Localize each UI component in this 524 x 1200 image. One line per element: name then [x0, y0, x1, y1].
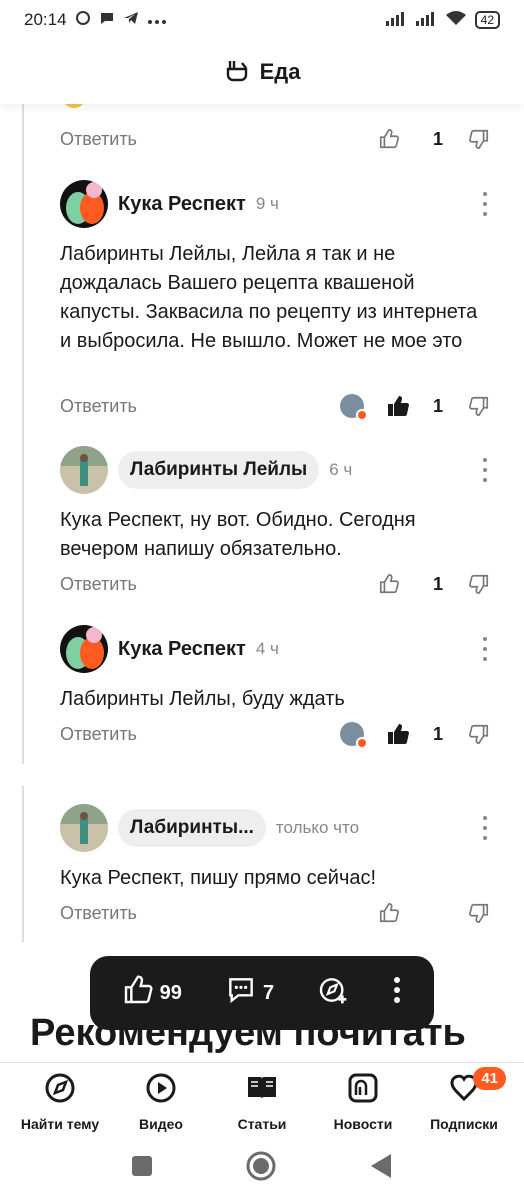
header-title: Еда — [259, 59, 301, 84]
signal-icon — [385, 10, 407, 31]
author-name[interactable]: Кука Респект — [118, 193, 246, 216]
book-icon — [245, 1071, 279, 1110]
like-count: 1 — [432, 573, 443, 594]
food-category-icon — [224, 57, 250, 88]
news-icon — [346, 1071, 380, 1110]
like-count: 1 — [432, 128, 443, 149]
like-icon-active[interactable] — [386, 722, 410, 746]
battery-indicator: 42 — [474, 11, 500, 29]
comment-icon — [225, 974, 257, 1012]
floating-action-bar: 99 7 — [90, 956, 434, 1030]
status-bar: 20:14 42 — [0, 0, 524, 40]
comment: Кука Респект 4 ч Лабиринты Лейлы, буду ж… — [60, 621, 490, 714]
comment-actions: Ответить 1 — [60, 719, 490, 749]
recent-apps-button[interactable] — [131, 1155, 153, 1182]
comment: Лабиринты Лейлы 6 ч Кука Респект, ну вот… — [60, 442, 490, 564]
author-name[interactable]: Лабиринты Лейлы — [118, 451, 320, 489]
nav-label: Подписки — [430, 1116, 498, 1132]
dislike-icon[interactable] — [468, 573, 490, 595]
nav-articles[interactable]: Статьи — [212, 1071, 312, 1136]
nav-subscriptions[interactable]: Подписки 41 — [414, 1067, 514, 1136]
telegram-icon — [123, 10, 139, 31]
like-icon[interactable] — [378, 902, 400, 924]
home-button[interactable] — [245, 1150, 277, 1187]
more-options-icon[interactable] — [480, 816, 490, 840]
viber-icon — [75, 10, 91, 31]
like-count: 1 — [432, 395, 443, 416]
avatar[interactable] — [60, 446, 108, 494]
nav-news[interactable]: Новости — [313, 1071, 413, 1136]
compass-icon — [43, 1071, 77, 1110]
like-icon-active[interactable] — [386, 394, 410, 418]
comment-time: 9 ч — [255, 194, 279, 213]
article-like-count: 99 — [159, 981, 182, 1004]
dislike-icon[interactable] — [468, 723, 490, 745]
comment-time: 6 ч — [329, 460, 353, 479]
nav-label: Новости — [333, 1116, 393, 1132]
nav-label: Видео — [139, 1116, 183, 1132]
like-count: 1 — [432, 723, 443, 744]
article-like-button[interactable]: 99 — [122, 974, 182, 1012]
thread-line — [22, 786, 24, 942]
comment: Лабиринты... только что Кука Респект, пи… — [60, 800, 490, 893]
liker-avatar — [340, 394, 368, 421]
more-options-icon[interactable] — [480, 192, 490, 216]
article-comments-button[interactable]: 7 — [225, 974, 274, 1012]
dislike-icon[interactable] — [468, 128, 490, 150]
author-name[interactable]: Лабиринты... — [118, 809, 266, 847]
compass-plus-icon — [317, 974, 349, 1012]
bottom-navigation: Найти тему Видео Статьи Новости Подписки… — [0, 1062, 524, 1136]
comment-time: 4 ч — [255, 639, 279, 658]
like-icon[interactable] — [378, 128, 400, 150]
reply-button[interactable]: Ответить — [60, 129, 137, 150]
more-options-icon[interactable] — [480, 458, 490, 482]
reply-button[interactable]: Ответить — [60, 724, 137, 745]
play-icon — [144, 1071, 178, 1110]
dislike-icon[interactable] — [468, 902, 490, 924]
reply-button[interactable]: Ответить — [60, 396, 137, 417]
reply-button[interactable]: Ответить — [60, 903, 137, 924]
avatar[interactable] — [60, 625, 108, 673]
nav-label: Найти тему — [20, 1116, 100, 1132]
dislike-icon[interactable] — [468, 395, 490, 417]
subscribe-button[interactable] — [317, 974, 349, 1012]
avatar[interactable] — [60, 804, 108, 852]
heart-icon — [356, 409, 368, 421]
chat-icon — [99, 10, 115, 31]
like-icon — [122, 974, 154, 1012]
avatar[interactable] — [60, 180, 108, 228]
liker-avatar — [340, 722, 368, 749]
heart-icon — [356, 737, 368, 749]
comment-text: Лабиринты Лейлы, Лейла я так и не дождал… — [60, 243, 478, 352]
nav-find-topic[interactable]: Найти тему — [10, 1071, 110, 1136]
nav-label: Статьи — [237, 1116, 287, 1132]
notification-badge: 41 — [473, 1067, 506, 1090]
comment-text: Кука Респект, пишу прямо сейчас! — [60, 867, 377, 889]
comment-time: только что — [275, 818, 360, 837]
comment-text: Кука Респект, ну вот. Обидно. Сегодня ве… — [60, 509, 416, 560]
back-button[interactable] — [369, 1153, 393, 1184]
comment-actions: Ответить 1 — [60, 569, 490, 599]
thread-line — [22, 104, 24, 764]
nav-video[interactable]: Видео — [111, 1071, 211, 1136]
article-comments-count: 7 — [262, 981, 275, 1004]
comment-text: Лабиринты Лейлы, буду ждать — [60, 688, 345, 710]
comment-actions: Ответить 1 — [60, 124, 490, 154]
reply-button[interactable]: Ответить — [60, 574, 137, 595]
comment-actions: Ответить — [60, 898, 490, 928]
more-vertical-icon — [392, 975, 402, 1011]
wifi-icon — [445, 10, 467, 31]
author-name[interactable]: Кука Респект — [118, 638, 246, 661]
status-time: 20:14 — [24, 10, 67, 29]
app-header: Еда — [0, 40, 524, 104]
more-notifications-icon — [147, 10, 167, 30]
more-options-icon[interactable] — [480, 637, 490, 661]
signal-icon-2 — [415, 10, 437, 31]
system-navigation — [0, 1136, 524, 1200]
like-icon[interactable] — [378, 573, 400, 595]
comment: Кука Респект 9 ч Лабиринты Лейлы, Лейла … — [60, 176, 490, 356]
comment-actions: Ответить 1 — [60, 391, 490, 421]
more-options-button[interactable] — [392, 975, 402, 1011]
